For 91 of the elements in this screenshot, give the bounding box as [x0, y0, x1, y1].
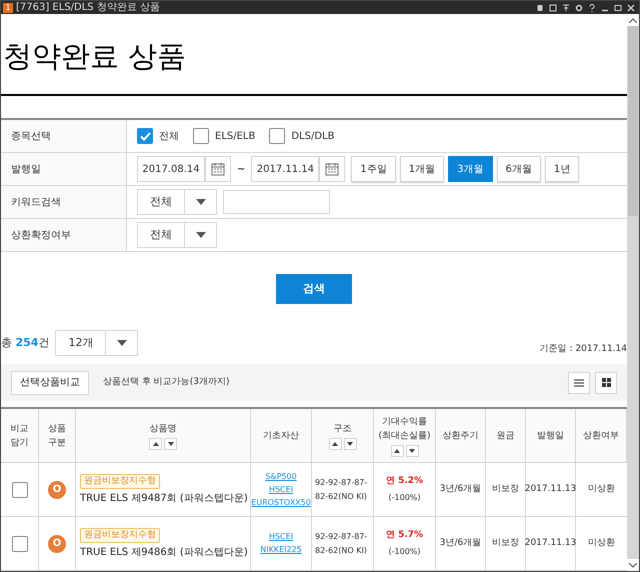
- asset-link[interactable]: HSCEI: [268, 531, 294, 543]
- sort-down-icon[interactable]: [406, 444, 418, 456]
- product-tag: 원금비보장지수형: [80, 474, 160, 488]
- dropdown[interactable]: 전체: [137, 189, 217, 215]
- range-separator: ~: [237, 162, 246, 176]
- window-title: [7763] ELS/DLS 청약완료 상품: [16, 2, 160, 14]
- status-text: 미상환: [588, 536, 615, 550]
- period-tab[interactable]: 6개월: [496, 156, 541, 182]
- column-header: 기대수익률 (최대손실률): [378, 416, 431, 442]
- checkbox-label: 전체: [159, 130, 179, 144]
- expected-return: 연 5.7%: [386, 529, 424, 542]
- asset-link[interactable]: EUROSTOXX50: [251, 496, 311, 508]
- app-badge: 1: [3, 2, 13, 12]
- help-icon[interactable]: [588, 4, 596, 12]
- page-title: 청약완료 상품: [2, 38, 188, 74]
- checkbox[interactable]: [269, 128, 286, 144]
- dropdown[interactable]: 전체: [137, 222, 217, 248]
- asset-link[interactable]: NIKKEI225: [260, 544, 302, 556]
- base-date: 기준일 : 2017.11.14: [540, 342, 627, 356]
- sort-up-icon[interactable]: [390, 444, 404, 456]
- sort-down-icon[interactable]: [344, 438, 356, 450]
- total-count: 총 254건: [1, 334, 50, 351]
- filter-label: 상환확정여부: [1, 219, 127, 251]
- filter-label: 발행일: [1, 153, 127, 185]
- caret-icon: [196, 199, 206, 205]
- caret-icon: [196, 232, 206, 238]
- column-header: 구조: [334, 422, 352, 436]
- caret-icon: [116, 340, 127, 346]
- checkbox[interactable]: [12, 536, 28, 552]
- calendar-icon: [211, 162, 225, 176]
- max-loss: (-100%): [388, 492, 420, 504]
- search-button[interactable]: 검색: [276, 274, 352, 304]
- checkbox[interactable]: [137, 128, 153, 144]
- period-tab[interactable]: 1주일: [351, 156, 396, 182]
- checkbox-label: ELS/ELB: [215, 130, 256, 144]
- issue-date-text: 2017.11.13: [524, 482, 576, 496]
- maximize-icon[interactable]: [614, 4, 622, 12]
- checkbox[interactable]: [12, 482, 28, 498]
- period-tab[interactable]: 3개월: [448, 156, 493, 182]
- calendar-button[interactable]: [205, 156, 231, 182]
- column-header: 상품명: [150, 422, 176, 436]
- checkbox-label: DLS/DLB: [291, 130, 334, 144]
- list-view-button[interactable]: [568, 372, 590, 394]
- grid-icon: [602, 378, 610, 387]
- structure-text: 92-92-87-87-82-62(NO KI): [315, 530, 368, 556]
- asset-link[interactable]: HSCEI: [268, 484, 294, 496]
- product-tag: 원금비보장지수형: [80, 528, 160, 542]
- column-header: 비교 담기: [10, 422, 28, 450]
- grid-view-button[interactable]: [595, 372, 617, 394]
- compare-button[interactable]: 선택상품비교: [11, 370, 89, 394]
- type-mark: O: [48, 534, 66, 552]
- principal-text: 비보장: [492, 482, 519, 496]
- period-tab[interactable]: 1개월: [400, 156, 444, 182]
- column-header: 발행일: [537, 430, 564, 442]
- structure-text: 92-92-87-87-82-62(NO KI): [315, 476, 368, 502]
- compare-hint: 상품선택 후 비교가능(3개까지): [103, 376, 230, 389]
- type-mark: O: [48, 480, 66, 498]
- dropdown[interactable]: 12개: [55, 330, 138, 356]
- product-name[interactable]: TRUE ELS 제9487회 (파워스텝다운): [80, 490, 250, 506]
- sort-down-icon[interactable]: [164, 438, 177, 450]
- date-field[interactable]: 2017.11.14: [251, 156, 320, 182]
- period-tab[interactable]: 1년: [544, 156, 580, 182]
- product-name[interactable]: TRUE ELS 제9486회 (파워스텝다운): [80, 544, 250, 560]
- scrollbar[interactable]: [627, 14, 639, 571]
- expected-return: 연 5.2%: [386, 475, 424, 488]
- date-field[interactable]: 2017.08.14: [137, 156, 205, 182]
- scroll-down-icon[interactable]: [629, 562, 637, 568]
- column-header: 상환여부: [583, 430, 619, 442]
- column-header: 상환주기: [442, 430, 478, 442]
- asset-link[interactable]: S&P500: [265, 470, 297, 482]
- issue-date-text: 2017.11.13: [524, 536, 576, 550]
- status-text: 미상환: [588, 482, 615, 496]
- scroll-up-icon[interactable]: [629, 18, 637, 22]
- column-header: 상품 구분: [48, 422, 66, 450]
- cycle-text: 3년/6개월: [440, 536, 482, 550]
- checkbox[interactable]: [193, 128, 209, 144]
- keyword-input[interactable]: [223, 190, 330, 214]
- window-icon[interactable]: [549, 4, 557, 12]
- calendar-button[interactable]: [319, 156, 346, 182]
- filter-label: 종목선택: [1, 120, 127, 152]
- sort-up-icon[interactable]: [328, 438, 342, 450]
- calendar-icon: [325, 162, 340, 176]
- principal-text: 비보장: [492, 536, 519, 550]
- max-loss: (-100%): [388, 546, 420, 558]
- list-icon: [574, 378, 584, 386]
- cycle-text: 3년/6개월: [440, 482, 482, 496]
- column-header: 기초자산: [263, 430, 299, 442]
- filter-label: 키워드검색: [1, 186, 127, 218]
- close-icon[interactable]: [627, 4, 635, 12]
- sort-up-icon[interactable]: [149, 438, 162, 450]
- column-header: 원금: [496, 430, 514, 442]
